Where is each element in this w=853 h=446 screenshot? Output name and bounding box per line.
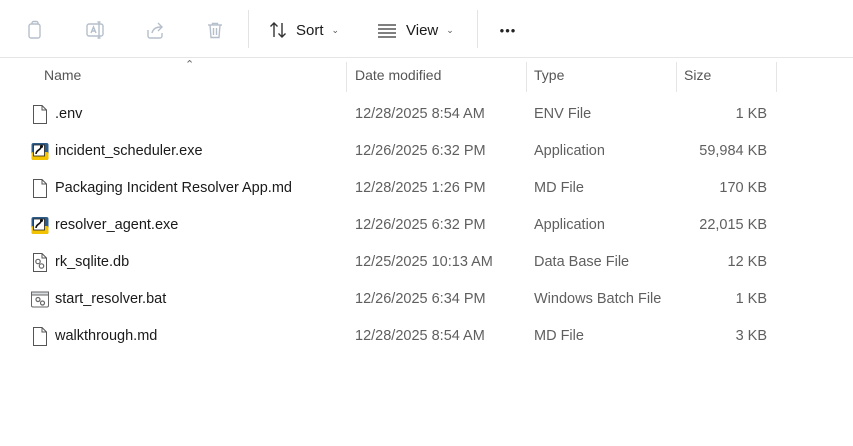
view-label: View xyxy=(406,21,439,39)
delete-icon xyxy=(208,22,222,39)
python-exe-icon xyxy=(31,143,49,160)
file-size: 22,015 KB xyxy=(699,217,767,233)
file-type: MD File xyxy=(534,180,584,196)
column-header-row: ⌃ Name Date modified Type Size xyxy=(0,58,853,92)
file-row[interactable]: incident_scheduler.exe 12/26/2025 6:32 P… xyxy=(20,133,776,170)
file-type: Windows Batch File xyxy=(534,291,662,307)
file-date-modified: 12/28/2025 8:54 AM xyxy=(355,328,485,344)
file-size: 3 KB xyxy=(735,328,767,344)
copy-button[interactable] xyxy=(17,12,53,48)
file-name: rk_sqlite.db xyxy=(55,254,130,270)
more-options-button[interactable]: ••• xyxy=(490,12,526,48)
file-row[interactable]: resolver_agent.exe 12/26/2025 6:32 PM Ap… xyxy=(20,207,776,244)
sort-icon xyxy=(270,22,286,38)
file-row[interactable]: rk_sqlite.db 12/25/2025 10:13 AM Data Ba… xyxy=(20,244,776,281)
more-icon: ••• xyxy=(499,22,517,38)
file-name: start_resolver.bat xyxy=(55,291,167,307)
column-divider[interactable] xyxy=(526,62,527,92)
view-button[interactable]: View ⌄ xyxy=(370,12,466,48)
column-divider[interactable] xyxy=(776,62,777,92)
file-name: resolver_agent.exe xyxy=(55,217,179,233)
file-date-modified: 12/26/2025 6:32 PM xyxy=(355,217,486,233)
file-size: 170 KB xyxy=(719,180,767,196)
file-name: .env xyxy=(55,106,83,122)
view-icon xyxy=(378,24,396,38)
file-size: 1 KB xyxy=(735,106,767,122)
file-size: 59,984 KB xyxy=(699,143,767,159)
file-name: Packaging Incident Resolver App.md xyxy=(55,180,292,196)
file-date-modified: 12/28/2025 1:26 PM xyxy=(355,180,486,196)
file-row[interactable]: Packaging Incident Resolver App.md 12/28… xyxy=(20,170,776,207)
toolbar-separator xyxy=(248,10,249,48)
batch-file-icon xyxy=(31,291,49,308)
share-icon xyxy=(147,22,163,39)
column-divider[interactable] xyxy=(346,62,347,92)
delete-button[interactable] xyxy=(197,12,233,48)
sort-label: Sort xyxy=(296,21,324,39)
file-type: Application xyxy=(534,143,605,159)
chevron-down-icon: ⌄ xyxy=(446,24,454,35)
file-date-modified: 12/25/2025 10:13 AM xyxy=(355,254,493,270)
file-date-modified: 12/26/2025 6:32 PM xyxy=(355,143,486,159)
settings-file-icon xyxy=(33,253,47,272)
document-icon xyxy=(33,179,47,198)
file-type: ENV File xyxy=(534,106,592,122)
toolbar-separator xyxy=(477,10,478,48)
file-size: 1 KB xyxy=(735,291,767,307)
file-type: MD File xyxy=(534,328,584,344)
file-row[interactable]: start_resolver.bat 12/26/2025 6:34 PM Wi… xyxy=(20,281,776,318)
file-date-modified: 12/28/2025 8:54 AM xyxy=(355,106,485,122)
command-bar: Sort ⌄ View ⌄ ••• xyxy=(0,0,853,58)
column-header-size[interactable]: Size xyxy=(684,58,774,92)
file-date-modified: 12/26/2025 6:34 PM xyxy=(355,291,486,307)
sort-button[interactable]: Sort ⌄ xyxy=(262,12,354,48)
column-header-name[interactable]: Name xyxy=(44,58,344,92)
file-name: walkthrough.md xyxy=(55,328,158,344)
document-icon xyxy=(33,105,47,124)
column-header-date-modified[interactable]: Date modified xyxy=(355,58,523,92)
file-type: Data Base File xyxy=(534,254,630,270)
file-type: Application xyxy=(534,217,605,233)
document-icon xyxy=(33,327,47,346)
column-header-type[interactable]: Type xyxy=(534,58,674,92)
column-divider[interactable] xyxy=(676,62,677,92)
file-row[interactable]: .env 12/28/2025 8:54 AM ENV File 1 KB xyxy=(20,96,776,133)
rename-button[interactable] xyxy=(77,12,113,48)
rename-icon xyxy=(86,21,104,39)
file-row[interactable]: walkthrough.md 12/28/2025 8:54 AM MD Fil… xyxy=(20,318,776,355)
file-size: 12 KB xyxy=(727,254,768,270)
chevron-down-icon: ⌄ xyxy=(331,24,340,35)
copy-icon xyxy=(28,20,41,39)
file-name: incident_scheduler.exe xyxy=(55,143,203,159)
python-exe-icon xyxy=(31,217,49,234)
share-button[interactable] xyxy=(137,12,173,48)
